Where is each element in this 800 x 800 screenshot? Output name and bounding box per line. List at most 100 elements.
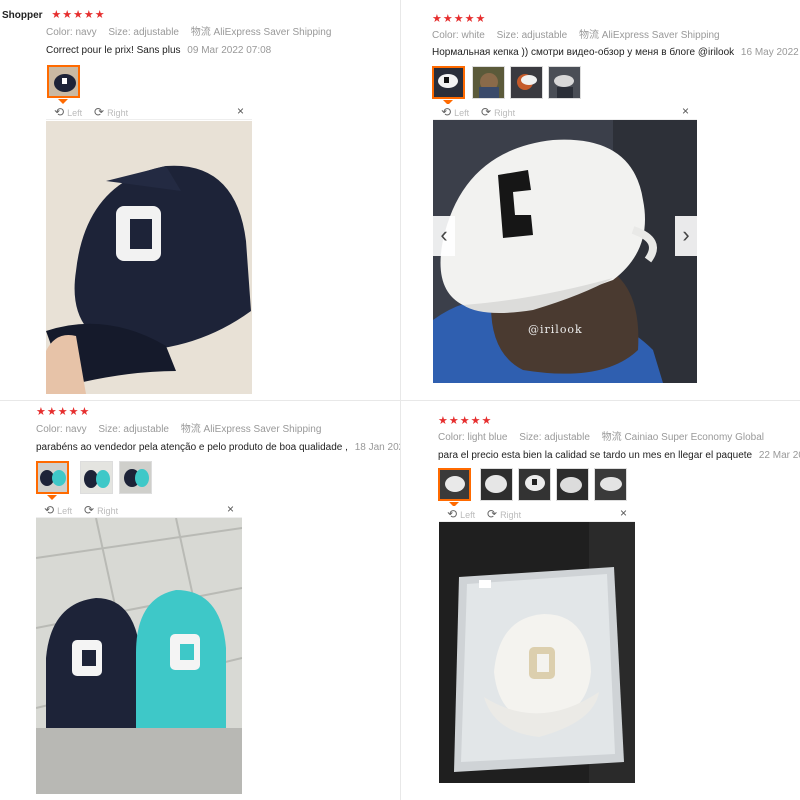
- next-photo-button[interactable]: ›: [675, 216, 697, 256]
- rotate-left-icon: ⟲: [54, 105, 65, 119]
- shipping-value: AliExpress Saver Shipping: [203, 424, 322, 435]
- review-photo: [439, 522, 635, 783]
- rotate-right-icon: ⟳: [481, 105, 492, 119]
- close-icon[interactable]: ×: [620, 506, 627, 521]
- shipping-label: 物流: [579, 30, 599, 41]
- color-label: Color:: [46, 27, 73, 38]
- color-value: light blue: [467, 432, 508, 443]
- rotate-right-label: Right: [500, 510, 522, 520]
- rotate-left-button[interactable]: ⟲ Left: [54, 105, 82, 120]
- rotate-left-icon: ⟲: [441, 105, 452, 119]
- review-panel-2: ★★★★★ Color: white Size: adjustable 物流 A…: [400, 0, 800, 400]
- review-comment-line: parabéns ao vendedor pela atenção e pelo…: [36, 442, 400, 454]
- photo-watermark: @irilook: [528, 323, 583, 336]
- review-photo: @irilook: [433, 120, 697, 383]
- shipping-value: AliExpress Saver Shipping: [601, 30, 720, 41]
- star-rating: ★★★★★: [432, 13, 487, 25]
- rotate-right-button[interactable]: ⟳ Right: [487, 507, 521, 522]
- color-label: Color:: [432, 30, 459, 41]
- rotate-left-label: Left: [460, 510, 476, 520]
- size-value: adjustable: [123, 424, 169, 435]
- photo-toolbar: ⟲ Left ⟳ Right ×: [46, 104, 252, 120]
- rotate-left-icon: ⟲: [44, 503, 55, 517]
- review-date: 22 Mar 2022 10: [758, 450, 800, 461]
- review-attributes: Color: white Size: adjustable 物流 AliExpr…: [432, 30, 729, 42]
- review-comment: Correct pour le prix! Sans plus: [46, 45, 181, 56]
- photo-toolbar: ⟲ Left ⟳ Right ×: [433, 104, 697, 120]
- review-thumbnail[interactable]: [47, 65, 80, 98]
- rotate-right-label: Right: [107, 108, 129, 118]
- review-comment: Нормальная кепка )) смотри видео-обзор у…: [432, 47, 735, 58]
- panel-separator: [0, 400, 800, 401]
- review-thumbnail[interactable]: [432, 66, 465, 99]
- review-thumbnail[interactable]: [510, 66, 543, 99]
- star-rating: ★★★★★: [51, 9, 106, 21]
- photo-toolbar: ⟲ Left ⟳ Right ×: [439, 506, 635, 522]
- review-thumbnail[interactable]: [119, 461, 152, 494]
- photo-toolbar: ⟲ Left ⟳ Right ×: [36, 502, 242, 518]
- review-comment-line: Correct pour le prix! Sans plus 09 Mar 2…: [46, 45, 271, 57]
- close-icon[interactable]: ×: [682, 104, 689, 119]
- review-panel-1: Shopper ★★★★★ Color: navy Size: adjustab…: [0, 0, 400, 400]
- rotate-left-icon: ⟲: [447, 507, 458, 521]
- color-value: navy: [65, 424, 87, 435]
- review-date: 09 Mar 2022 07:08: [187, 45, 272, 56]
- review-thumbnail[interactable]: [556, 468, 589, 501]
- size-label: Size:: [98, 424, 121, 435]
- star-rating: ★★★★★: [36, 406, 91, 418]
- rotate-right-button[interactable]: ⟳ Right: [481, 105, 515, 120]
- size-value: adjustable: [521, 30, 568, 41]
- thumbnail-caret: [47, 495, 57, 500]
- review-header: ★★★★★: [36, 406, 90, 419]
- review-thumbnail[interactable]: [80, 461, 113, 494]
- rotate-right-label: Right: [494, 108, 516, 118]
- shipping-label: 物流: [180, 424, 201, 435]
- review-thumbnail[interactable]: [594, 468, 627, 501]
- star-rating: ★★★★★: [438, 415, 493, 427]
- review-panel-3: ★★★★★ Color: navy Size: adjustable 物流 Al…: [0, 400, 400, 800]
- review-attributes: Color: navy Size: adjustable 物流 AliExpre…: [46, 27, 340, 39]
- review-comment-line: Нормальная кепка )) смотри видео-обзор у…: [432, 47, 800, 59]
- color-value: white: [461, 30, 485, 41]
- rotate-left-label: Left: [67, 108, 83, 118]
- review-comment: para el precio esta bien la calidad se t…: [438, 450, 753, 461]
- rotate-left-button[interactable]: ⟲ Left: [441, 105, 469, 120]
- review-thumbnail[interactable]: [480, 468, 513, 501]
- review-thumbnail[interactable]: [472, 66, 505, 99]
- review-thumbnail[interactable]: [36, 461, 69, 494]
- rotate-left-label: Left: [454, 108, 470, 118]
- review-comment-line: para el precio esta bien la calidad se t…: [438, 450, 800, 462]
- rotate-right-button[interactable]: ⟳ Right: [94, 105, 128, 120]
- size-value: adjustable: [133, 27, 179, 38]
- rotate-right-icon: ⟳: [94, 105, 105, 119]
- shipping-value: AliExpress Saver Shipping: [213, 27, 332, 38]
- rotate-right-button[interactable]: ⟳ Right: [84, 503, 118, 518]
- color-label: Color:: [36, 424, 63, 435]
- rotate-left-button[interactable]: ⟲ Left: [44, 503, 72, 518]
- color-value: navy: [75, 27, 97, 38]
- size-label: Size:: [496, 30, 519, 41]
- review-thumbnail[interactable]: [438, 468, 471, 501]
- shipping-value: Cainiao Super Economy Global: [624, 432, 764, 443]
- close-icon[interactable]: ×: [227, 502, 234, 517]
- review-date: 16 May 2022 09:14: [740, 47, 800, 58]
- review-photo: [46, 121, 252, 394]
- review-date: 18 Jan 2022: [354, 442, 400, 453]
- review-panel-4: ★★★★★ Color: light blue Size: adjustable…: [400, 400, 800, 800]
- review-thumbnail[interactable]: [548, 66, 581, 99]
- shipping-label: 物流: [601, 432, 622, 443]
- color-label: Color:: [438, 432, 465, 443]
- review-thumbnail[interactable]: [518, 468, 551, 501]
- size-label: Size:: [108, 27, 131, 38]
- rotate-right-icon: ⟳: [487, 507, 498, 521]
- rotate-left-label: Left: [57, 506, 73, 516]
- review-header: ★★★★★: [438, 415, 492, 428]
- review-header: Shopper ★★★★★: [2, 9, 106, 22]
- review-attributes: Color: navy Size: adjustable 物流 AliExpre…: [36, 424, 330, 436]
- close-icon[interactable]: ×: [237, 104, 244, 119]
- review-photo: [36, 518, 242, 794]
- size-label: Size:: [519, 432, 542, 443]
- rotate-left-button[interactable]: ⟲ Left: [447, 507, 475, 522]
- prev-photo-button[interactable]: ‹: [433, 216, 455, 256]
- reviewer-name: Shopper: [2, 10, 43, 21]
